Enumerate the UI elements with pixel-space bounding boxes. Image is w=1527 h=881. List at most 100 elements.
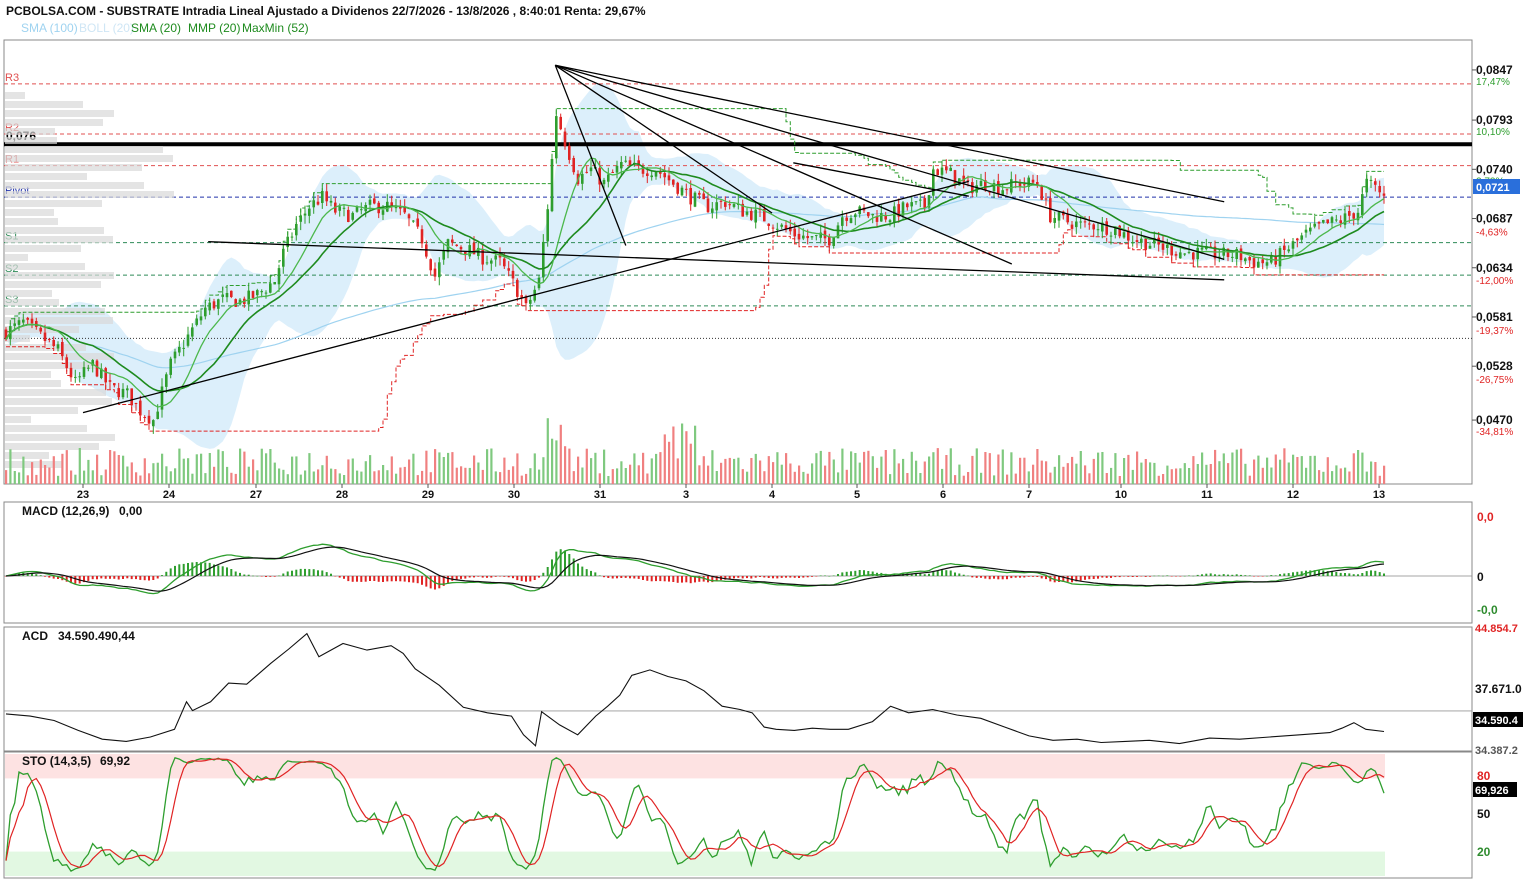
- volume-bar: [1014, 473, 1017, 484]
- volume-bar: [442, 457, 445, 484]
- volume-bar: [256, 470, 259, 484]
- candle-body: [139, 400, 142, 416]
- macd-histogram-bar: [815, 576, 818, 577]
- volume-bar: [213, 466, 216, 484]
- macd-histogram-bar: [763, 576, 766, 578]
- acd-panel: [4, 632, 1472, 747]
- macd-histogram-bar: [1214, 574, 1216, 576]
- volume-bar: [234, 473, 237, 484]
- date-tick-label: 29: [422, 489, 434, 501]
- macd-histogram-bar: [286, 571, 289, 576]
- candle-body: [290, 236, 294, 238]
- volume-bar: [564, 446, 567, 484]
- volume-bar: [1079, 451, 1082, 484]
- volume-bar: [668, 441, 671, 484]
- macd-histogram-bar: [546, 567, 549, 576]
- volume-profile-bar: [5, 209, 54, 216]
- volume-bar: [767, 456, 770, 484]
- macd-histogram-bar: [395, 576, 397, 582]
- volume-bar: [416, 475, 419, 484]
- macd-histogram-bar: [945, 570, 948, 576]
- macd-histogram-bar: [1153, 575, 1156, 577]
- candle-body: [1044, 198, 1048, 200]
- macd-histogram-bar: [425, 576, 428, 587]
- macd-histogram-bar: [1179, 576, 1182, 577]
- candle-body: [550, 159, 554, 212]
- volume-bar: [512, 466, 515, 484]
- volume-bar: [1071, 456, 1074, 484]
- macd-histogram-bar: [928, 573, 930, 576]
- candle-body: [607, 174, 610, 182]
- volume-bar: [1188, 468, 1191, 484]
- volume-bar: [139, 475, 142, 484]
- volume-profile-bar: [5, 299, 59, 306]
- candle-body: [1313, 223, 1316, 227]
- candle-body: [1079, 221, 1082, 223]
- macd-histogram-bar: [806, 576, 809, 578]
- candle-body: [780, 224, 783, 227]
- price-tick-label: 0,0470: [1476, 413, 1513, 427]
- volume-bar: [993, 475, 996, 484]
- candle-body: [221, 294, 224, 297]
- macd-histogram-bar: [616, 576, 618, 579]
- candle-body: [1317, 221, 1321, 224]
- volume-bar: [330, 468, 333, 484]
- volume-bar: [642, 452, 645, 484]
- chart-stage: R3R2R1PivotS1S2S30,076 0,08470,07930,074…: [0, 0, 1527, 881]
- volume-bar: [919, 473, 922, 484]
- volume-bar: [1257, 455, 1260, 484]
- macd-histogram-bar: [941, 570, 943, 576]
- candle-body: [771, 227, 775, 229]
- macd-histogram-bar: [1261, 576, 1264, 577]
- macd-histogram-bar: [607, 576, 610, 578]
- macd-histogram-bar: [1361, 573, 1364, 576]
- volume-profile-bar: [5, 155, 173, 162]
- volume-bar: [702, 456, 705, 484]
- macd-histogram-bar: [529, 576, 532, 582]
- candle-body: [286, 236, 289, 248]
- candle-body: [186, 334, 190, 346]
- volume-bar: [845, 469, 848, 484]
- volume-profile-bar: [5, 371, 51, 378]
- macd-histogram-bar: [1209, 573, 1212, 576]
- volume-bar: [741, 469, 744, 484]
- volume-bar: [507, 469, 510, 484]
- price-tick-label: 0,0581: [1476, 310, 1513, 324]
- volume-profile-bar: [5, 92, 25, 99]
- volume-profile-bar: [5, 146, 163, 153]
- candle-body: [1348, 211, 1351, 216]
- macd-histogram-bar: [356, 576, 358, 582]
- macd-histogram-bar: [494, 576, 497, 577]
- volume-bar: [1248, 475, 1251, 484]
- volume-bar: [265, 453, 268, 484]
- volume-bar: [308, 453, 311, 484]
- bollinger-band: [6, 82, 1384, 449]
- volume-bar: [1118, 476, 1121, 484]
- volume-bar: [676, 458, 679, 484]
- candle-body: [143, 417, 146, 418]
- volume-bar: [1214, 449, 1217, 484]
- volume-profile-bar: [5, 101, 83, 108]
- volume-bar: [135, 472, 138, 484]
- volume-profile-bar: [5, 263, 85, 270]
- macd-histogram-bar: [828, 576, 831, 577]
- macd-histogram-bar: [672, 576, 675, 582]
- volume-bar: [936, 448, 939, 484]
- macd-histogram-bar: [217, 565, 220, 576]
- volume-bar: [382, 465, 385, 484]
- volume-bar: [44, 465, 47, 484]
- candle-body: [672, 179, 675, 185]
- candle-body: [1088, 223, 1091, 225]
- volume-bar: [962, 475, 965, 484]
- macd-histogram-bar: [100, 576, 103, 579]
- volume-bar: [1036, 449, 1039, 484]
- volume-bar: [516, 453, 519, 484]
- macd-histogram-bar: [1014, 576, 1017, 578]
- volume-bar: [629, 464, 632, 484]
- candle-body: [1374, 181, 1377, 185]
- macd-histogram-bar: [490, 576, 493, 578]
- volume-bar: [832, 459, 835, 484]
- date-tick-label: 5: [854, 489, 860, 501]
- volume-bar: [1131, 469, 1134, 484]
- volume-bar: [1110, 467, 1113, 484]
